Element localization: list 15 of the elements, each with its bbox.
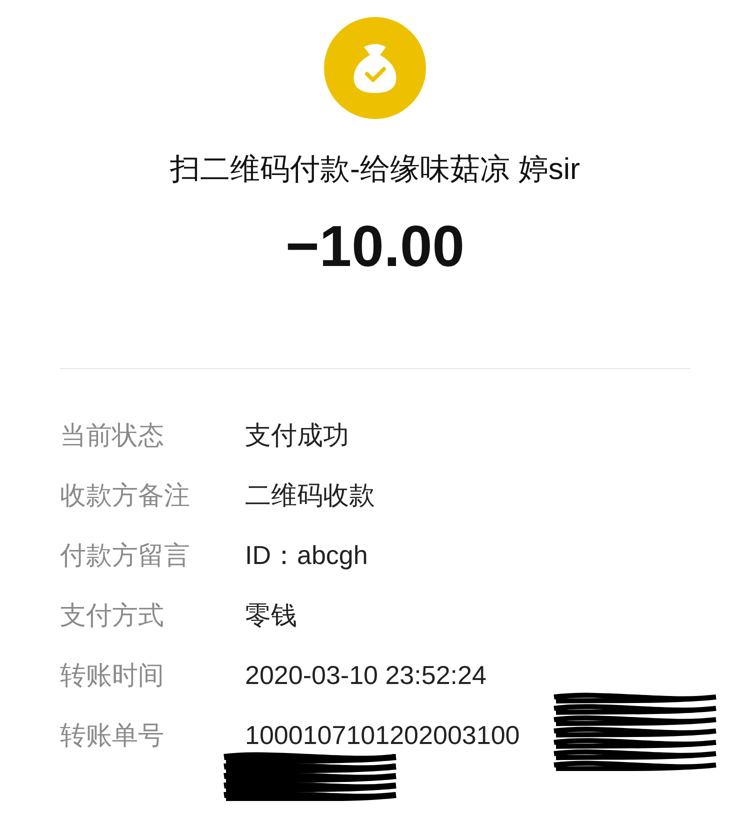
payment-title: 扫二维码付款-给缘味菇凉 婷sir	[170, 152, 580, 188]
detail-value: ID：abcgh	[245, 538, 368, 572]
detail-value: 零钱	[245, 598, 297, 632]
detail-label: 转账单号	[60, 718, 165, 752]
detail-label: 当前状态	[60, 418, 165, 452]
detail-label: 转账时间	[60, 658, 165, 692]
detail-value: 二维码收款	[245, 478, 375, 512]
detail-label: 支付方式	[60, 598, 165, 632]
amount: −10.00	[285, 214, 464, 280]
money-bag-check-icon	[324, 17, 426, 119]
detail-value: 2020-03-10 23:52:24	[245, 658, 486, 692]
detail-label: 付款方留言	[60, 538, 191, 572]
detail-value: 支付成功	[245, 418, 349, 452]
detail-value: 1000107101202003100	[245, 718, 520, 752]
detail-label: 收款方备注	[60, 478, 191, 512]
